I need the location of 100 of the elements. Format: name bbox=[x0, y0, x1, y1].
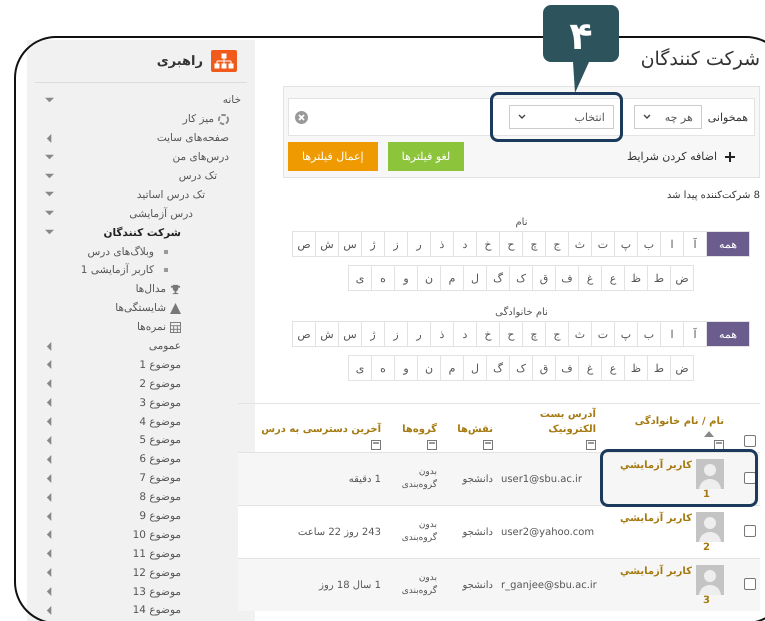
nav-item[interactable]: تک درس اساتید bbox=[136, 188, 205, 201]
initial-letter[interactable]: چ bbox=[522, 231, 546, 257]
initial-letter[interactable]: ف bbox=[555, 355, 579, 381]
nav-item[interactable]: درس آزمایشی bbox=[129, 208, 193, 220]
user-name-link[interactable]: کاربر آزمایشي bbox=[620, 512, 692, 524]
nav-item[interactable]: کاربر آزمایشی 1 bbox=[80, 264, 169, 276]
nav-item[interactable]: موضوع 1 bbox=[139, 358, 181, 371]
column-header[interactable]: نقش‌ها bbox=[445, 422, 493, 437]
nav-item[interactable]: موضوع 8 bbox=[139, 491, 181, 504]
initial-letter[interactable]: ر bbox=[406, 321, 431, 347]
collapse-icon[interactable] bbox=[714, 440, 724, 450]
initial-letter[interactable]: ی bbox=[348, 265, 372, 291]
nav-item[interactable]: تک درس bbox=[178, 170, 217, 182]
initial-letter[interactable]: م bbox=[440, 265, 464, 291]
nav-item[interactable]: خانه bbox=[222, 94, 241, 106]
column-header[interactable]: گروه‌ها bbox=[389, 422, 437, 437]
nav-item[interactable]: شرکت کنندگان bbox=[104, 226, 181, 239]
caret-down-icon[interactable] bbox=[45, 172, 54, 180]
initial-letter[interactable]: ب bbox=[636, 231, 661, 257]
nav-item[interactable]: صفحه‌های سایت bbox=[156, 132, 229, 144]
initial-letter[interactable]: ش bbox=[314, 231, 339, 257]
nav-item[interactable]: نمره‌ها bbox=[136, 321, 181, 334]
nav-item[interactable]: موضوع 5 bbox=[139, 434, 181, 446]
match-select[interactable]: هر چه bbox=[634, 105, 702, 129]
nav-item[interactable]: مدال‌ها bbox=[136, 283, 181, 296]
add-condition-link[interactable]: اضافه کردن شرایط bbox=[626, 150, 735, 163]
initial-letter[interactable]: خ bbox=[476, 321, 500, 347]
initial-letter[interactable]: ب bbox=[636, 321, 661, 347]
initial-letter[interactable]: خ bbox=[476, 231, 500, 257]
initial-letter[interactable]: ه bbox=[371, 265, 395, 291]
nav-item[interactable]: موضوع 10 bbox=[132, 528, 181, 541]
initial-letter[interactable]: م bbox=[440, 355, 464, 381]
initial-letter[interactable]: ل bbox=[463, 355, 487, 381]
nav-item[interactable]: موضوع 4 bbox=[139, 416, 181, 428]
initial-letter[interactable]: ث bbox=[568, 321, 592, 347]
initial-letter[interactable]: ث bbox=[568, 231, 592, 257]
row-checkbox[interactable] bbox=[744, 472, 756, 484]
nav-item[interactable]: موضوع 3 bbox=[139, 396, 181, 409]
initial-letter[interactable]: غ bbox=[578, 265, 602, 291]
initial-letter[interactable]: ص bbox=[292, 231, 316, 257]
nav-item[interactable]: موضوع 12 bbox=[132, 566, 181, 579]
user-number[interactable]: 2 bbox=[604, 542, 724, 552]
nav-item[interactable]: موضوع 7 bbox=[139, 472, 181, 484]
nav-item[interactable]: موضوع 2 bbox=[139, 378, 181, 390]
initial-letter[interactable]: ط bbox=[647, 265, 671, 291]
nav-item[interactable]: وبلاگ‌های درس bbox=[87, 246, 169, 258]
initial-letter[interactable]: ص bbox=[292, 321, 316, 347]
initial-letter[interactable]: همه bbox=[706, 321, 750, 347]
user-name-link[interactable]: کاربر آزمایشي bbox=[620, 458, 692, 472]
initial-letter[interactable]: د bbox=[452, 231, 477, 257]
initial-letter[interactable]: ع bbox=[601, 265, 625, 291]
initial-letter[interactable]: آ bbox=[682, 321, 707, 347]
initial-letter[interactable]: ق bbox=[532, 265, 556, 291]
initial-letter[interactable]: ظ bbox=[624, 355, 648, 381]
initial-letter[interactable]: ژ bbox=[360, 231, 385, 257]
user-name-link[interactable]: کاربر آزمایشي bbox=[620, 564, 692, 578]
initial-letter[interactable]: س bbox=[338, 321, 362, 347]
initial-letter[interactable]: ح bbox=[498, 321, 523, 347]
initial-letter[interactable]: چ bbox=[522, 321, 546, 347]
initial-letter[interactable]: ح bbox=[498, 231, 523, 257]
initial-letter[interactable]: ض bbox=[670, 265, 694, 291]
initial-letter[interactable]: ش bbox=[314, 321, 339, 347]
initial-letter[interactable]: ل bbox=[463, 265, 487, 291]
initial-letter[interactable]: ز bbox=[384, 321, 408, 347]
initial-letter[interactable]: ا bbox=[660, 321, 684, 347]
initial-letter[interactable]: ز bbox=[384, 231, 408, 257]
initial-letter[interactable]: گ bbox=[486, 355, 510, 381]
initial-letter[interactable]: ن bbox=[417, 265, 441, 291]
column-header[interactable]: نام / نام خانوادگی bbox=[604, 414, 724, 429]
initial-letter[interactable]: ژ bbox=[360, 321, 385, 347]
initial-letter[interactable]: ی bbox=[348, 355, 372, 381]
nav-item[interactable]: موضوع 11 bbox=[132, 548, 181, 560]
initial-letter[interactable]: ق bbox=[532, 355, 556, 381]
initial-letter[interactable]: ض bbox=[670, 355, 694, 381]
initial-letter[interactable]: ج bbox=[544, 231, 569, 257]
row-checkbox[interactable] bbox=[744, 524, 756, 536]
initial-letter[interactable]: و bbox=[394, 355, 418, 381]
initial-letter[interactable]: گ bbox=[486, 265, 510, 291]
initial-letter[interactable]: ظ bbox=[624, 265, 648, 291]
initial-letter[interactable]: و bbox=[394, 265, 418, 291]
select-all-checkbox[interactable] bbox=[744, 435, 756, 447]
initial-letter[interactable]: د bbox=[452, 321, 477, 347]
nav-item[interactable]: موضوع 14 bbox=[132, 604, 181, 616]
row-checkbox[interactable] bbox=[744, 578, 756, 590]
nav-item[interactable]: درس‌های من bbox=[172, 151, 229, 164]
initial-letter[interactable]: ن bbox=[417, 355, 441, 381]
column-header[interactable]: آخرین دسترسی به درس bbox=[242, 422, 381, 437]
initial-letter[interactable]: ذ bbox=[430, 321, 454, 347]
initial-letter[interactable]: پ bbox=[614, 231, 638, 257]
initial-letter[interactable]: ا bbox=[660, 231, 684, 257]
nav-item[interactable]: شایستگی‌ها bbox=[115, 302, 181, 314]
initial-letter[interactable]: ت bbox=[590, 321, 615, 347]
initial-letter[interactable]: ر bbox=[406, 231, 431, 257]
column-header[interactable]: آدرس بست الکترونیک bbox=[501, 408, 596, 437]
initial-letter[interactable]: همه bbox=[706, 231, 750, 257]
initial-letter[interactable]: س bbox=[338, 231, 362, 257]
initial-letter[interactable]: ت bbox=[590, 231, 615, 257]
nav-item[interactable]: موضوع 13 bbox=[132, 586, 181, 598]
field-select[interactable]: انتخاب bbox=[508, 105, 614, 129]
clear-icon[interactable] bbox=[295, 110, 308, 124]
